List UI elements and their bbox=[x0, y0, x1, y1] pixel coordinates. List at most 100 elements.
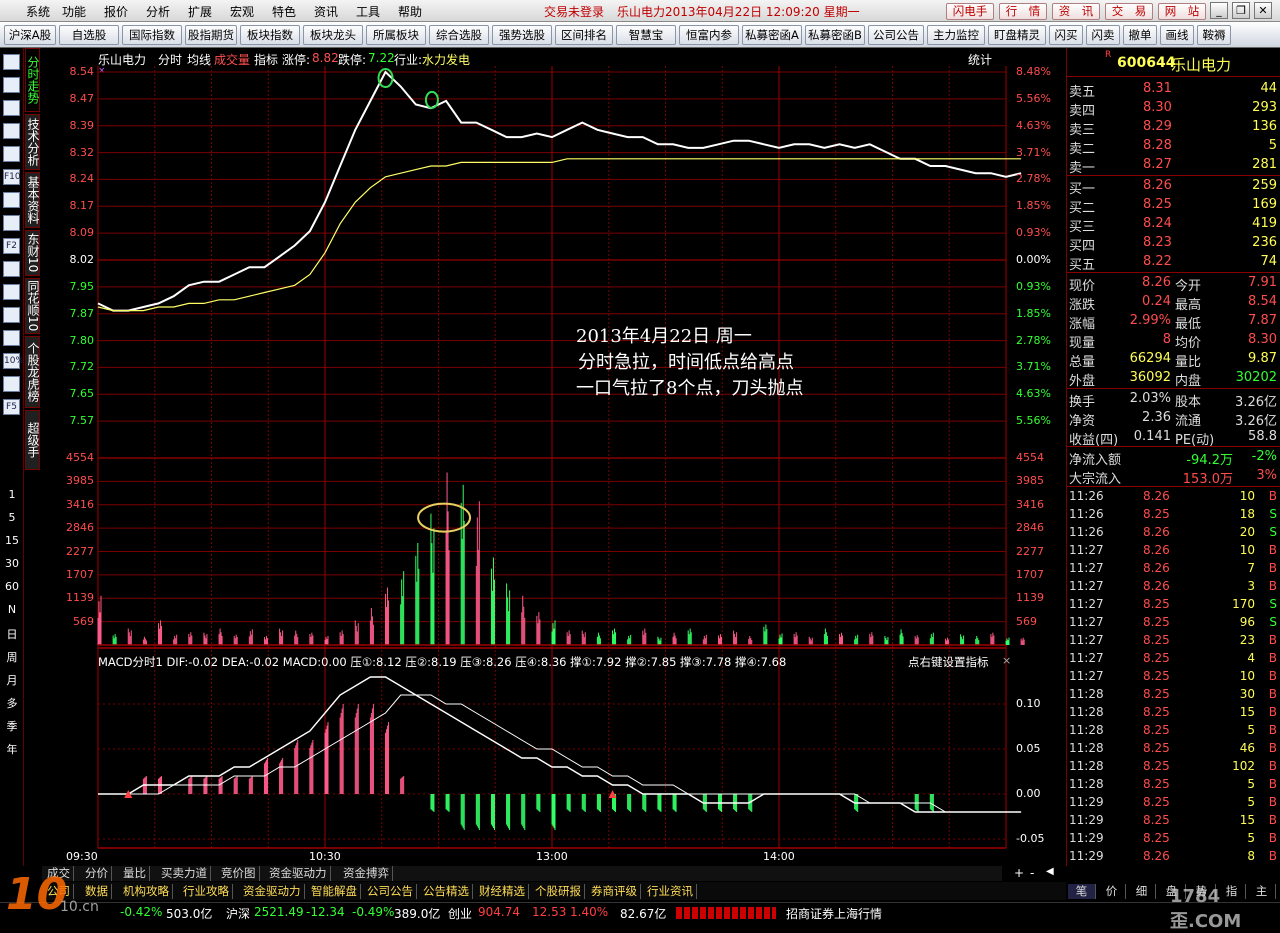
bottom-tab-6[interactable]: 资金搏弈 bbox=[340, 866, 393, 881]
news-tab-7[interactable]: 公告精选 bbox=[420, 884, 473, 899]
bottom-tab-2[interactable]: 量比 bbox=[120, 866, 150, 881]
trend-icon[interactable] bbox=[3, 100, 20, 116]
toolbar-btn-6[interactable]: 所属板块 bbox=[366, 25, 426, 45]
toolbar-btn-16[interactable]: 盯盘精灵 bbox=[988, 25, 1046, 45]
top-right-button-4[interactable]: 网 站 bbox=[1158, 3, 1206, 20]
menu-item-8[interactable]: 工具 bbox=[356, 3, 380, 20]
menu-item-4[interactable]: 扩展 bbox=[188, 3, 212, 20]
period-1[interactable]: 5 bbox=[0, 511, 24, 524]
macd-hint[interactable]: 点右键设置指标 bbox=[908, 654, 989, 670]
toolbar-btn-9[interactable]: 区间排名 bbox=[555, 25, 613, 45]
toolbar-btn-15[interactable]: 主力监控 bbox=[927, 25, 985, 45]
news-tab-6[interactable]: 公司公告 bbox=[364, 884, 417, 899]
chart-svg[interactable] bbox=[42, 48, 1066, 866]
sidebar-f10-button[interactable]: F10 bbox=[3, 169, 21, 185]
top-right-button-2[interactable]: 资 讯 bbox=[1052, 3, 1100, 20]
toolbar-btn-10[interactable]: 智慧宝 bbox=[616, 25, 676, 45]
period-9[interactable]: 多 bbox=[0, 695, 24, 711]
sheet-icon[interactable] bbox=[3, 123, 20, 139]
vtab-5[interactable]: 个股龙虎榜 bbox=[25, 336, 40, 408]
news-tab-4[interactable]: 资金驱动力 bbox=[240, 884, 305, 899]
toolbar-btn-19[interactable]: 撤单 bbox=[1123, 25, 1157, 45]
toolbar-btn-2[interactable]: 国际指数 bbox=[122, 25, 182, 45]
menu-item-1[interactable]: 功能 bbox=[62, 3, 86, 20]
menu-item-3[interactable]: 分析 bbox=[146, 3, 170, 20]
period-4[interactable]: 60 bbox=[0, 580, 24, 593]
toolbar-btn-20[interactable]: 画线 bbox=[1160, 25, 1194, 45]
macd-close-icon[interactable]: × bbox=[1002, 654, 1011, 667]
menu-item-7[interactable]: 资讯 bbox=[314, 3, 338, 20]
quote-tab-0[interactable]: 笔 bbox=[1068, 884, 1096, 899]
chart-icon[interactable] bbox=[3, 284, 20, 300]
bottom-tab-5[interactable]: 资金驱动力 bbox=[266, 866, 331, 881]
news-tab-9[interactable]: 个股研报 bbox=[532, 884, 585, 899]
vtab-6[interactable]: 超级手 bbox=[25, 410, 40, 470]
top-right-button-0[interactable]: 闪电手 bbox=[946, 3, 994, 20]
quote-tab-2[interactable]: 细 bbox=[1128, 884, 1156, 899]
toolbar-btn-3[interactable]: 股指期货 bbox=[185, 25, 237, 45]
news-tab-1[interactable]: 数据 bbox=[82, 884, 112, 899]
minus-button[interactable]: - bbox=[1030, 866, 1034, 880]
toolbar-btn-11[interactable]: 恒富内参 bbox=[679, 25, 739, 45]
toolbar-btn-18[interactable]: 闪卖 bbox=[1086, 25, 1120, 45]
grid-icon[interactable] bbox=[3, 146, 20, 162]
list-icon[interactable] bbox=[3, 77, 20, 93]
restore-button[interactable]: ❐ bbox=[1232, 2, 1250, 19]
top-right-button-1[interactable]: 行 情 bbox=[999, 3, 1047, 20]
sidebar-f5-button[interactable]: F5 bbox=[3, 399, 20, 415]
vtab-2[interactable]: 基本资料 bbox=[25, 172, 40, 228]
book-icon[interactable] bbox=[3, 192, 20, 208]
period-5[interactable]: N bbox=[0, 603, 24, 616]
toolbar-btn-14[interactable]: 公司公告 bbox=[868, 25, 924, 45]
toolbar-btn-21[interactable]: 鞍褥 bbox=[1197, 25, 1231, 45]
toolbar-btn-17[interactable]: 闪买 bbox=[1049, 25, 1083, 45]
period-2[interactable]: 15 bbox=[0, 534, 24, 547]
period-10[interactable]: 季 bbox=[0, 718, 24, 734]
vtab-3[interactable]: 东财10 bbox=[25, 230, 40, 276]
news-tab-10[interactable]: 券商评级 bbox=[588, 884, 641, 899]
toolbar-btn-1[interactable]: 自选股 bbox=[59, 25, 119, 45]
period-6[interactable]: 日 bbox=[0, 626, 24, 642]
toolbar-btn-7[interactable]: 综合选股 bbox=[429, 25, 489, 45]
page-icon[interactable] bbox=[3, 54, 20, 70]
menu-item-5[interactable]: 宏观 bbox=[230, 3, 254, 20]
news-tab-2[interactable]: 机构攻略 bbox=[120, 884, 173, 899]
period-11[interactable]: 年 bbox=[0, 741, 24, 757]
news-tab-11[interactable]: 行业资讯 bbox=[644, 884, 697, 899]
vtab-0[interactable]: 分时走势 bbox=[25, 48, 40, 112]
note-icon[interactable] bbox=[3, 215, 20, 231]
vtab-4[interactable]: 同花顺10 bbox=[25, 278, 40, 334]
menu-item-6[interactable]: 特色 bbox=[272, 3, 296, 20]
vtab-1[interactable]: 技术分析 bbox=[25, 114, 40, 170]
toolbar-btn-12[interactable]: 私募密函A bbox=[742, 25, 802, 45]
period-8[interactable]: 月 bbox=[0, 672, 24, 688]
toolbar-btn-0[interactable]: 沪深A股 bbox=[4, 25, 56, 45]
minimize-button[interactable]: _ bbox=[1210, 2, 1228, 19]
bottom-tab-3[interactable]: 买卖力道 bbox=[158, 866, 211, 881]
news-tab-8[interactable]: 财经精选 bbox=[476, 884, 529, 899]
period-7[interactable]: 周 bbox=[0, 649, 24, 665]
toolbar-btn-13[interactable]: 私募密函B bbox=[805, 25, 865, 45]
doc-icon[interactable] bbox=[3, 307, 20, 323]
toolbar-btn-4[interactable]: 板块指数 bbox=[240, 25, 300, 45]
bars-icon[interactable] bbox=[3, 330, 20, 346]
search-icon[interactable] bbox=[3, 261, 20, 277]
scroll-left-icon[interactable]: ◀ bbox=[1046, 866, 1054, 877]
bottom-tab-4[interactable]: 竞价图 bbox=[218, 866, 260, 881]
news-tab-5[interactable]: 智能解盘 bbox=[308, 884, 361, 899]
news-tab-3[interactable]: 行业攻略 bbox=[180, 884, 233, 899]
plus-button[interactable]: + bbox=[1014, 866, 1024, 880]
pen-icon[interactable] bbox=[3, 376, 20, 392]
toolbar-btn-5[interactable]: 板块龙头 bbox=[303, 25, 363, 45]
bottom-tab-1[interactable]: 分价 bbox=[82, 866, 112, 881]
toolbar-btn-8[interactable]: 强势选股 bbox=[492, 25, 552, 45]
menu-item-0[interactable]: 系统 bbox=[26, 3, 50, 20]
sidebar-10pct-button[interactable]: 10% bbox=[3, 353, 24, 369]
login-status[interactable]: 交易未登录 bbox=[544, 3, 604, 20]
menu-item-2[interactable]: 报价 bbox=[104, 3, 128, 20]
period-0[interactable]: 1 bbox=[0, 488, 24, 501]
menu-item-9[interactable]: 帮助 bbox=[398, 3, 422, 20]
sidebar-f2-button[interactable]: F2 bbox=[3, 238, 20, 254]
close-button[interactable]: ✕ bbox=[1254, 2, 1272, 19]
quote-tab-1[interactable]: 价 bbox=[1098, 884, 1126, 899]
